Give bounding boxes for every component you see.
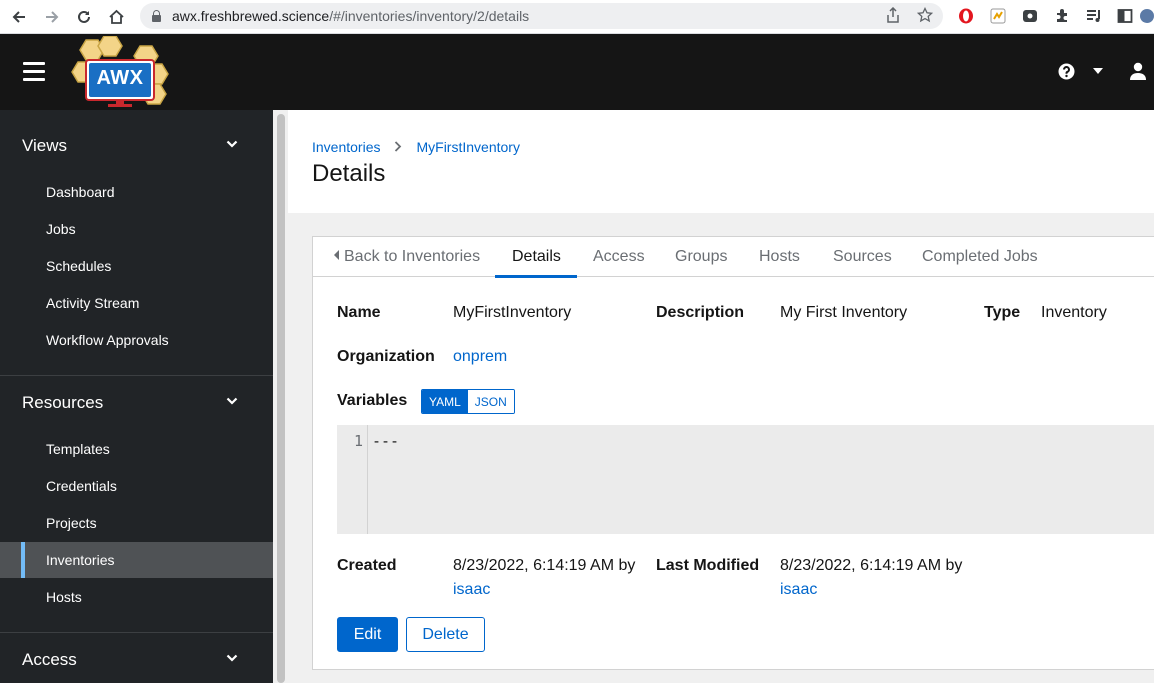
variables-label: Variables: [337, 392, 408, 409]
last-modified-label: Last Modified: [656, 557, 760, 574]
sidebar-group-views[interactable]: Views: [0, 121, 273, 171]
details-card: Back to Inventories Details Access Group…: [312, 236, 1154, 670]
created-value: 8/23/2022, 6:14:19 AM by: [453, 557, 636, 574]
edit-button[interactable]: Edit: [337, 617, 398, 652]
name-label: Name: [337, 304, 381, 321]
puzzle-extensions-icon[interactable]: [1053, 7, 1071, 25]
organization-link[interactable]: onprem: [453, 348, 507, 366]
back-arrow-icon[interactable]: [8, 6, 30, 28]
share-icon[interactable]: [886, 6, 900, 27]
sidebar-item-jobs[interactable]: Jobs: [0, 211, 273, 247]
sidebar-nav: Views Dashboard Jobs Schedules Activity …: [0, 110, 273, 683]
caret-down-icon[interactable]: [1091, 66, 1105, 76]
editor-code-line: ---: [372, 432, 400, 450]
scrollbar-thumb[interactable]: [277, 114, 285, 683]
sidebar-scrollbar[interactable]: [273, 110, 288, 683]
chevron-down-icon: [226, 140, 238, 148]
description-value: My First Inventory: [780, 304, 908, 321]
awx-logo[interactable]: AWX: [70, 35, 170, 108]
breadcrumb-current-link[interactable]: MyFirstInventory: [416, 139, 519, 155]
sidebar-item-credentials[interactable]: Credentials: [0, 468, 273, 504]
sidebar-item-dashboard[interactable]: Dashboard: [0, 174, 273, 210]
url-text: awx.freshbrewed.science/#/inventories/in…: [172, 8, 530, 24]
editor-gutter: 1: [337, 425, 368, 534]
description-label: Description: [656, 304, 745, 321]
awx-logo-text: AWX: [96, 67, 144, 89]
variables-format-toggle: YAML JSON: [421, 389, 515, 414]
breadcrumb-inventories-link[interactable]: Inventories: [312, 139, 380, 155]
tab-details[interactable]: Details: [495, 237, 577, 278]
star-bookmark-icon[interactable]: [916, 6, 934, 27]
media-queue-icon[interactable]: [1085, 7, 1103, 25]
color-extension-icon[interactable]: [989, 7, 1007, 25]
sidebar-item-inventories[interactable]: Inventories: [0, 542, 273, 578]
opera-extension-icon[interactable]: [957, 7, 975, 25]
type-value: Inventory: [1041, 304, 1107, 321]
created-label: Created: [337, 557, 397, 574]
sidebar-item-schedules[interactable]: Schedules: [0, 248, 273, 284]
help-question-icon[interactable]: [1057, 62, 1075, 80]
chevron-down-icon: [226, 397, 238, 405]
json-toggle-button[interactable]: JSON: [467, 390, 514, 413]
masthead: AWX: [0, 34, 1154, 110]
forward-arrow-icon[interactable]: [41, 6, 63, 28]
browser-toolbar: awx.freshbrewed.science/#/inventories/in…: [0, 0, 1154, 34]
tab-back-to-inventories[interactable]: Back to Inventories: [334, 237, 480, 277]
menu-toggle-icon[interactable]: [23, 62, 45, 82]
name-value: MyFirstInventory: [453, 304, 572, 321]
yaml-toggle-button[interactable]: YAML: [422, 390, 468, 413]
address-bar[interactable]: awx.freshbrewed.science/#/inventories/in…: [140, 3, 943, 29]
tab-hosts[interactable]: Hosts: [759, 237, 800, 277]
user-icon[interactable]: [1128, 62, 1148, 80]
delete-button[interactable]: Delete: [406, 617, 485, 652]
page-title: Details: [312, 160, 386, 187]
sidebar-item-workflow-approvals[interactable]: Workflow Approvals: [0, 322, 273, 358]
tab-access[interactable]: Access: [593, 237, 645, 277]
reload-icon[interactable]: [73, 6, 95, 28]
created-by-link[interactable]: isaac: [453, 581, 490, 599]
type-label: Type: [984, 304, 1021, 321]
modified-by-link[interactable]: isaac: [780, 581, 817, 599]
sidebar-item-projects[interactable]: Projects: [0, 505, 273, 541]
sidebar-group-resources[interactable]: Resources: [0, 378, 273, 428]
tab-bar: Back to Inventories Details Access Group…: [313, 237, 1154, 278]
organization-label: Organization: [337, 348, 435, 365]
home-icon[interactable]: [105, 6, 127, 28]
sidebar-divider: [0, 375, 273, 376]
variables-code-editor[interactable]: 1 ---: [337, 425, 1154, 534]
monitor-extension-icon[interactable]: [1021, 7, 1039, 25]
side-panel-icon[interactable]: [1116, 7, 1134, 25]
line-number: 1: [353, 432, 363, 450]
profile-avatar-icon[interactable]: [1140, 7, 1154, 25]
chevron-right-icon: [394, 140, 402, 155]
sidebar-item-hosts[interactable]: Hosts: [0, 579, 273, 615]
sidebar-divider: [0, 632, 273, 633]
tab-sources[interactable]: Sources: [833, 237, 892, 277]
chevron-down-icon: [226, 654, 238, 662]
sidebar-item-activity-stream[interactable]: Activity Stream: [0, 285, 273, 321]
page-header: Inventories MyFirstInventory Details: [288, 110, 1154, 213]
sidebar-group-access[interactable]: Access: [0, 635, 273, 683]
last-modified-value: 8/23/2022, 6:14:19 AM by: [780, 557, 963, 574]
breadcrumb: Inventories MyFirstInventory: [312, 139, 520, 155]
tab-groups[interactable]: Groups: [675, 237, 727, 277]
caret-left-icon: [334, 250, 339, 260]
sidebar-item-templates[interactable]: Templates: [0, 431, 273, 467]
lock-icon: [152, 10, 161, 22]
tab-completed-jobs[interactable]: Completed Jobs: [922, 237, 1038, 277]
